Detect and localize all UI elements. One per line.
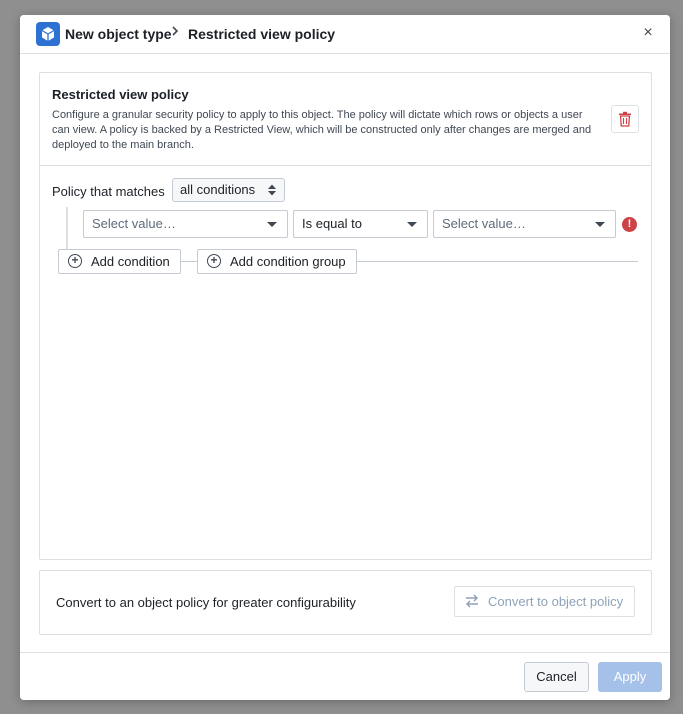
- delete-policy-button[interactable]: [611, 105, 639, 133]
- object-type-cube-icon: [36, 22, 60, 46]
- add-circle-icon: +: [207, 254, 221, 268]
- add-condition-label: Add condition: [91, 254, 170, 269]
- caret-down-icon: [267, 222, 277, 227]
- close-icon[interactable]: ×: [638, 23, 658, 43]
- policy-description: Configure a granular security policy to …: [52, 109, 592, 151]
- convert-button-label: Convert to object policy: [488, 594, 624, 609]
- add-circle-icon: +: [68, 254, 82, 268]
- swap-arrows-icon: [465, 594, 479, 608]
- add-condition-group-label: Add condition group: [230, 254, 346, 269]
- condition-right-value-select[interactable]: Select value…: [433, 210, 616, 238]
- dialog-header: New object type Restricted view policy ×: [20, 15, 670, 54]
- condition-right-value: Select value…: [442, 216, 526, 231]
- caret-down-icon: [407, 222, 417, 227]
- cancel-button[interactable]: Cancel: [524, 662, 589, 692]
- caret-down-icon: [595, 222, 605, 227]
- apply-button[interactable]: Apply: [598, 662, 662, 692]
- convert-to-object-policy-button[interactable]: Convert to object policy: [454, 586, 635, 617]
- add-condition-group-button[interactable]: + Add condition group: [197, 249, 357, 274]
- condition-operator-select[interactable]: Is equal to: [293, 210, 428, 238]
- breadcrumb-new-object-type[interactable]: New object type: [65, 26, 172, 42]
- condition-operator: Is equal to: [302, 216, 362, 231]
- error-icon: !: [622, 217, 637, 232]
- convert-description: Convert to an object policy for greater …: [56, 595, 356, 610]
- condition-left-value: Select value…: [92, 216, 176, 231]
- policy-panel: Restricted view policy Configure a granu…: [39, 72, 652, 560]
- add-condition-button[interactable]: + Add condition: [58, 249, 181, 274]
- policy-match-label: Policy that matches: [52, 184, 165, 199]
- breadcrumb-current: Restricted view policy: [188, 26, 336, 42]
- chevron-right-icon: [170, 24, 180, 43]
- dialog-footer: Cancel Apply: [20, 652, 670, 700]
- condition-left-value-select[interactable]: Select value…: [83, 210, 288, 238]
- policy-panel-header: Restricted view policy Configure a granu…: [40, 73, 651, 166]
- trash-icon: [619, 111, 631, 127]
- restricted-view-policy-dialog: New object type Restricted view policy ×…: [20, 15, 670, 700]
- convert-panel: Convert to an object policy for greater …: [39, 570, 652, 635]
- double-caret-icon: [268, 184, 276, 196]
- match-mode-value: all conditions: [180, 182, 256, 197]
- policy-title: Restricted view policy: [52, 87, 189, 102]
- match-mode-select[interactable]: all conditions: [172, 178, 285, 202]
